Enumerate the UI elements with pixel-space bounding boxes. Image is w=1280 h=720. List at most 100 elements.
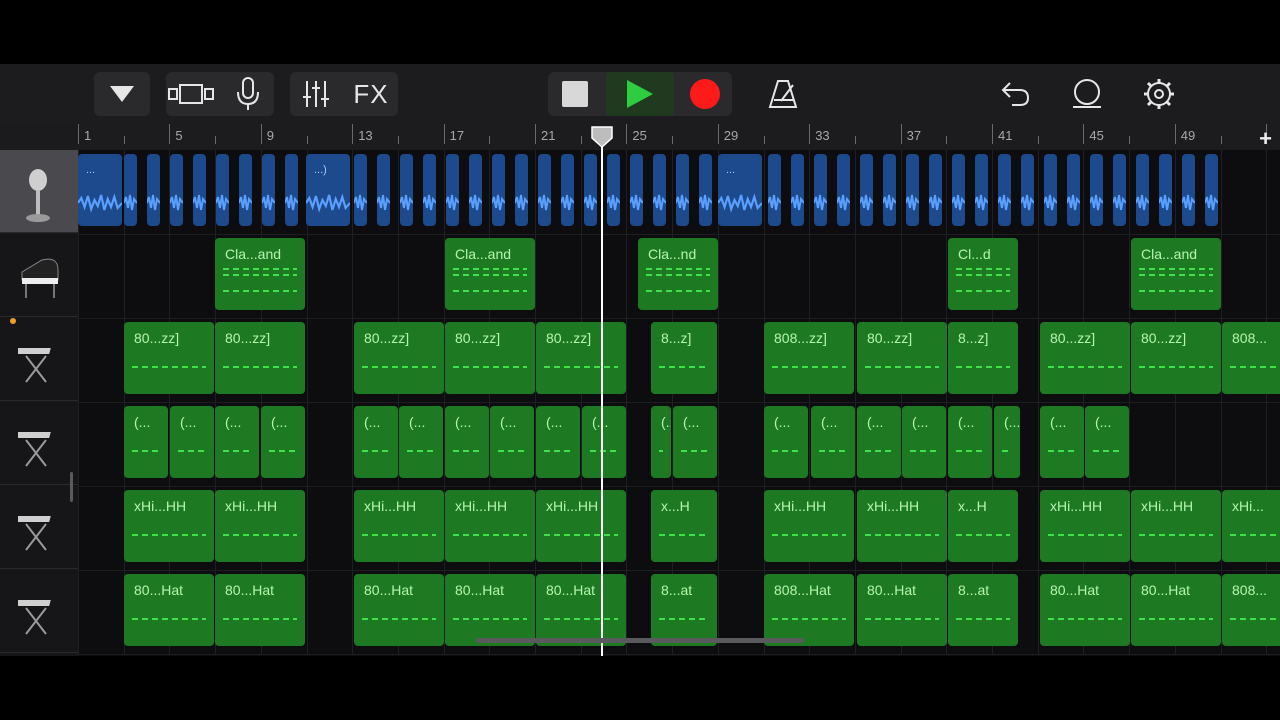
track-lane-keyboard-1[interactable]: 80...zz] 80...zz] 80...zz] 80...zz] 80...zz]… xyxy=(78,318,1280,403)
audio-region-slice[interactable] xyxy=(1205,154,1218,226)
audio-region-slice[interactable] xyxy=(469,154,482,226)
midi-region[interactable]: Cla...and xyxy=(445,238,535,310)
midi-region[interactable]: xHi...HH xyxy=(124,490,214,562)
audio-region-slice[interactable] xyxy=(1113,154,1126,226)
midi-region[interactable]: Cla...and xyxy=(215,238,305,310)
undo-button[interactable] xyxy=(992,72,1038,116)
vertical-scrollbar[interactable] xyxy=(70,472,73,502)
audio-region[interactable]: ... xyxy=(718,154,762,226)
track-lane-keyboard-2[interactable]: (... (... (... (... (... (... (... (... (... (...… xyxy=(78,402,1280,487)
audio-region-slice[interactable] xyxy=(837,154,850,226)
midi-region[interactable]: 80...Hat xyxy=(215,574,305,646)
fx-button[interactable]: FX xyxy=(346,72,396,116)
playhead-handle[interactable] xyxy=(591,126,613,148)
audio-region[interactable]: ... xyxy=(78,154,122,226)
track-header-keyboard-3[interactable] xyxy=(0,486,78,569)
midi-region[interactable]: 80...Hat xyxy=(354,574,444,646)
midi-region[interactable]: 80...Hat xyxy=(1040,574,1130,646)
midi-region[interactable]: 80...zz] xyxy=(857,322,947,394)
midi-region[interactable]: Cl...d xyxy=(948,238,1018,310)
add-section-button[interactable]: + xyxy=(1259,126,1272,152)
settings-button[interactable] xyxy=(1136,72,1182,116)
midi-region[interactable]: xHi...HH xyxy=(1040,490,1130,562)
midi-region[interactable]: 808...Hat xyxy=(764,574,854,646)
audio-region-slice[interactable] xyxy=(446,154,459,226)
midi-region[interactable]: 80...Hat xyxy=(857,574,947,646)
midi-region[interactable]: 80...zz] xyxy=(124,322,214,394)
midi-region[interactable]: xHi...HH xyxy=(764,490,854,562)
audio-region-slice[interactable] xyxy=(561,154,574,226)
audio-region-slice[interactable] xyxy=(1136,154,1149,226)
audio-region-slice[interactable] xyxy=(653,154,666,226)
audio-region-slice[interactable] xyxy=(998,154,1011,226)
audio-region-slice[interactable] xyxy=(285,154,298,226)
midi-region[interactable]: (... xyxy=(902,406,946,478)
audio-region-slice[interactable] xyxy=(216,154,229,226)
midi-region[interactable]: (... xyxy=(994,406,1020,478)
audio-region-slice[interactable] xyxy=(400,154,413,226)
audio-region-slice[interactable] xyxy=(975,154,988,226)
midi-region[interactable]: x...H xyxy=(651,490,717,562)
audio-region-slice[interactable] xyxy=(1021,154,1034,226)
loop-browser-button[interactable] xyxy=(1064,72,1110,116)
midi-region[interactable]: (... xyxy=(170,406,214,478)
midi-region[interactable]: (... xyxy=(673,406,717,478)
audio-region-slice[interactable] xyxy=(906,154,919,226)
midi-region[interactable]: xHi...HH xyxy=(536,490,626,562)
midi-region[interactable]: (... xyxy=(764,406,808,478)
midi-region[interactable]: (... xyxy=(536,406,580,478)
midi-region[interactable]: (... xyxy=(445,406,489,478)
midi-region[interactable]: 8...at xyxy=(948,574,1018,646)
midi-region[interactable]: (... xyxy=(215,406,259,478)
audio-region-slice[interactable] xyxy=(883,154,896,226)
audio-region[interactable]: ...) xyxy=(306,154,350,226)
midi-region[interactable]: xHi... xyxy=(1222,490,1280,562)
midi-region[interactable]: 808... xyxy=(1222,322,1280,394)
midi-region[interactable]: 80...Hat xyxy=(536,574,626,646)
midi-region[interactable]: xHi...HH xyxy=(215,490,305,562)
audio-region-slice[interactable] xyxy=(492,154,505,226)
midi-region[interactable]: (... xyxy=(1040,406,1084,478)
midi-region[interactable]: xHi...HH xyxy=(354,490,444,562)
track-header-keyboard-4[interactable] xyxy=(0,570,78,653)
audio-region-slice[interactable] xyxy=(1159,154,1172,226)
midi-region[interactable]: 80...zz] xyxy=(445,322,535,394)
track-header-keyboard-2[interactable] xyxy=(0,402,78,485)
audio-region-slice[interactable] xyxy=(607,154,620,226)
midi-region[interactable]: xHi...HH xyxy=(445,490,535,562)
audio-region-slice[interactable] xyxy=(538,154,551,226)
midi-region[interactable]: Cla...nd xyxy=(638,238,718,310)
track-lane-keyboard-3[interactable]: xHi...HH xHi...HH xHi...HH xHi...HH xHi...HH… xyxy=(78,486,1280,571)
audio-region-slice[interactable] xyxy=(1067,154,1080,226)
audio-region-slice[interactable] xyxy=(814,154,827,226)
midi-region[interactable]: x...H xyxy=(948,490,1018,562)
midi-region[interactable]: (... xyxy=(811,406,855,478)
tracks-menu-button[interactable] xyxy=(94,72,150,116)
audio-region-slice[interactable] xyxy=(170,154,183,226)
midi-region[interactable]: (... xyxy=(948,406,992,478)
midi-region[interactable]: 80...Hat xyxy=(1131,574,1221,646)
midi-region[interactable]: 80...zz] xyxy=(354,322,444,394)
audio-region-slice[interactable] xyxy=(262,154,275,226)
midi-region[interactable]: (... xyxy=(399,406,443,478)
track-lane-piano[interactable]: Cla...and Cla...and Cla...nd Cl...d Cla...an… xyxy=(78,234,1280,319)
audio-region-slice[interactable] xyxy=(354,154,367,226)
midi-region[interactable]: 8...z] xyxy=(651,322,717,394)
track-view-button[interactable] xyxy=(166,72,218,116)
audio-region-slice[interactable] xyxy=(124,154,137,226)
midi-region[interactable]: xHi...HH xyxy=(1131,490,1221,562)
midi-region[interactable]: (... xyxy=(1085,406,1129,478)
midi-region[interactable]: 8...z] xyxy=(948,322,1018,394)
audio-region-slice[interactable] xyxy=(1182,154,1195,226)
metronome-button[interactable] xyxy=(760,72,806,116)
audio-region-slice[interactable] xyxy=(377,154,390,226)
audio-region-slice[interactable] xyxy=(630,154,643,226)
midi-region[interactable]: Cla...and xyxy=(1131,238,1221,310)
audio-region-slice[interactable] xyxy=(239,154,252,226)
audio-region-slice[interactable] xyxy=(860,154,873,226)
audio-region-slice[interactable] xyxy=(952,154,965,226)
midi-region[interactable]: (... xyxy=(261,406,305,478)
audio-region-slice[interactable] xyxy=(791,154,804,226)
audio-region-slice[interactable] xyxy=(193,154,206,226)
midi-region[interactable]: 808...zz] xyxy=(764,322,854,394)
